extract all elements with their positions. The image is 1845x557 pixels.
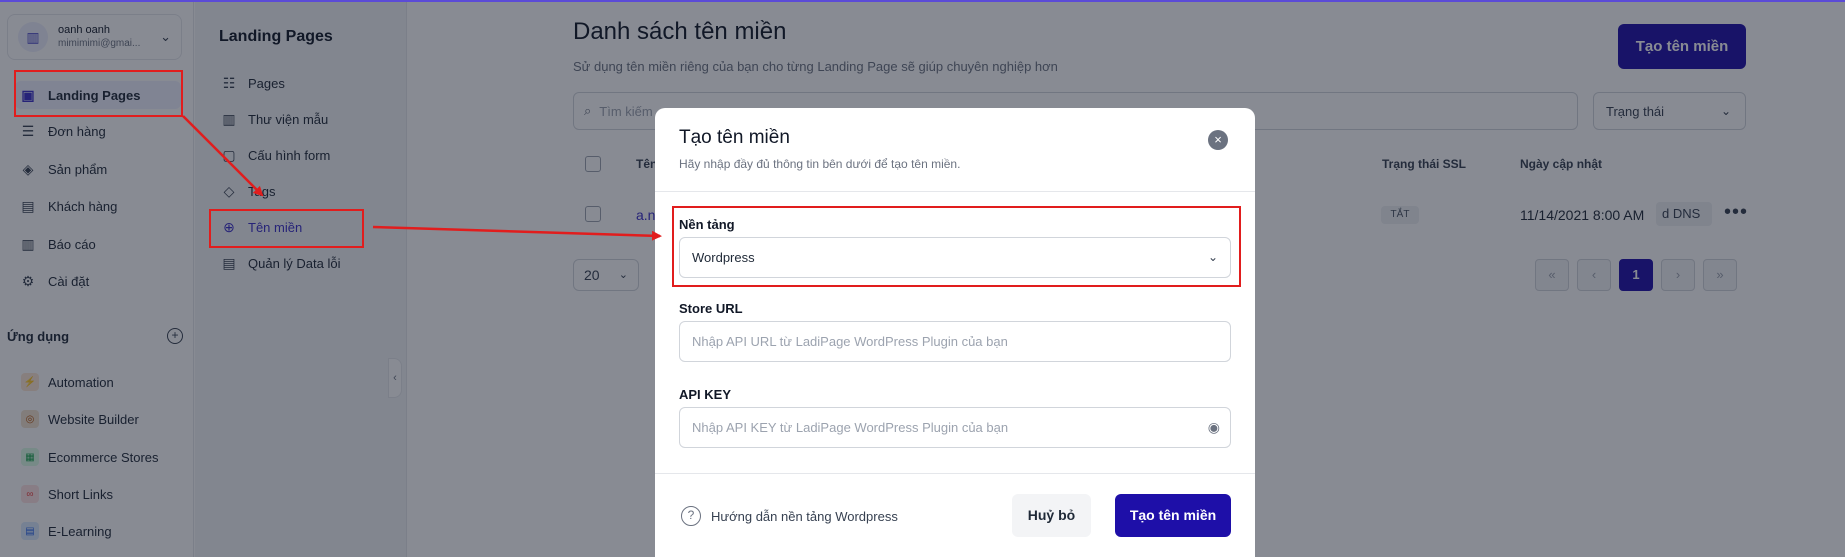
top-accent-line bbox=[0, 0, 1845, 2]
arrow-to-platform bbox=[372, 225, 662, 241]
annotation-arrows bbox=[182, 115, 662, 241]
arrow-to-domains bbox=[182, 115, 264, 197]
